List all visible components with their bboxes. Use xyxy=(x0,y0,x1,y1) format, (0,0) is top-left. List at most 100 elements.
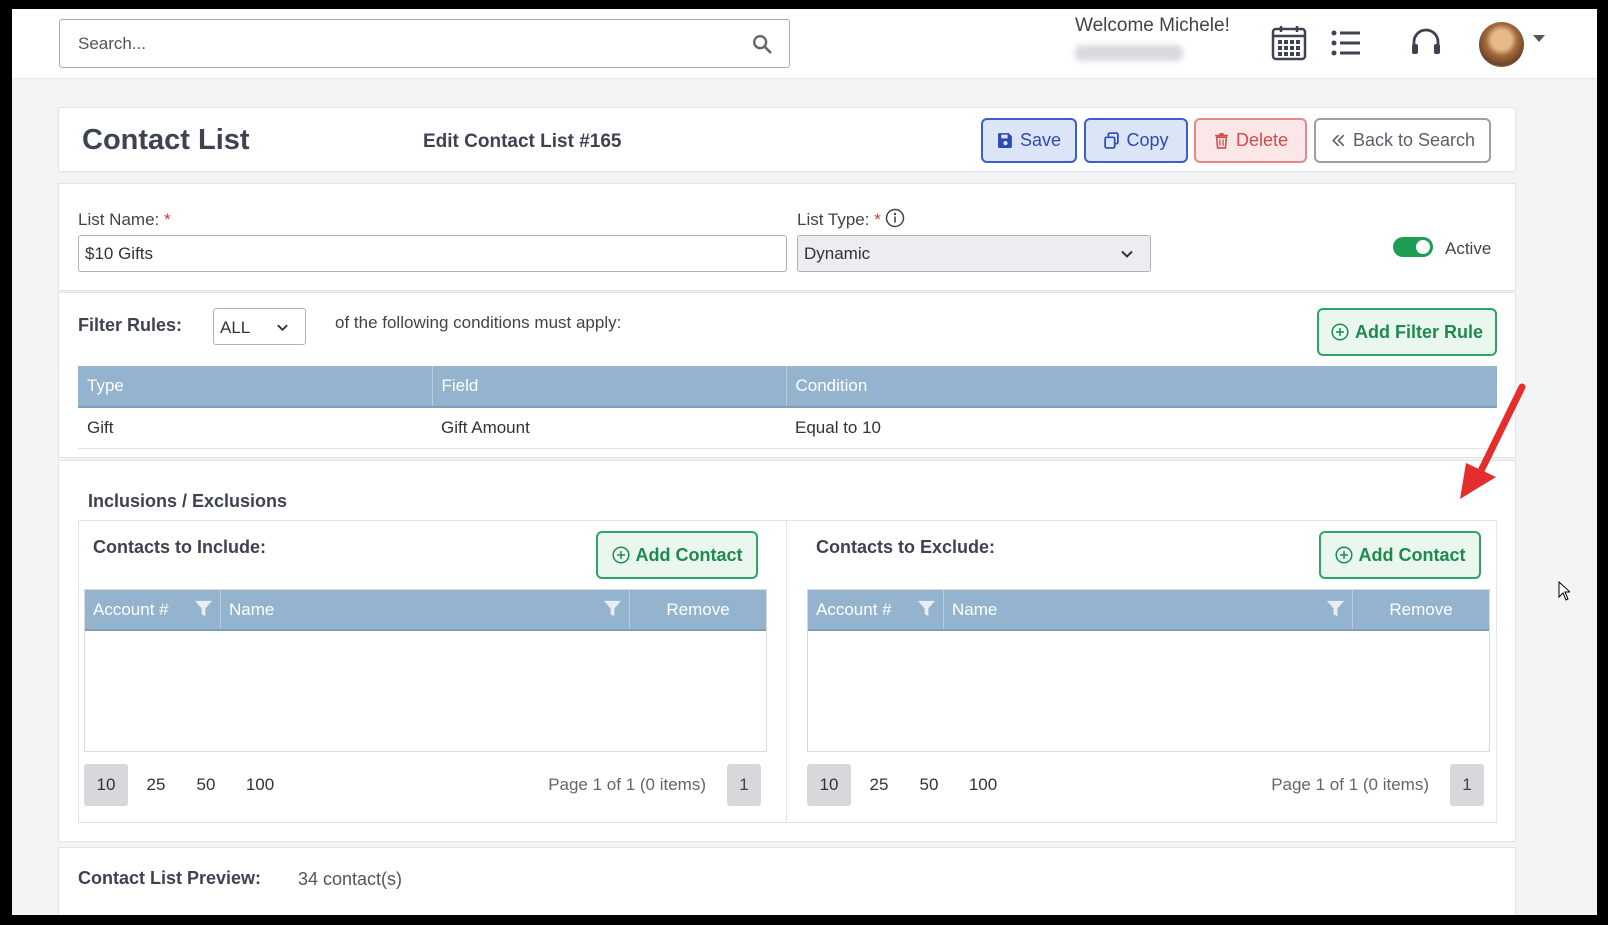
table-row[interactable]: Gift Gift Amount Equal to 10 xyxy=(78,407,1497,449)
add-contact-label: Add Contact xyxy=(1358,544,1466,565)
floppy-disk-icon xyxy=(998,133,1012,148)
list-type-value: Dynamic xyxy=(804,244,871,263)
include-pane: Contacts to Include: Add Contact Account… xyxy=(79,521,785,822)
headset-icon[interactable] xyxy=(1408,25,1444,61)
welcome-text: Welcome Michele! xyxy=(1075,15,1230,36)
column-header-condition[interactable]: Condition xyxy=(786,366,1497,408)
required-mark: * xyxy=(874,210,881,229)
column-header-account[interactable]: Account # xyxy=(808,590,944,629)
mouse-cursor-icon xyxy=(1558,581,1570,601)
exclude-pane: Contacts to Exclude: Add Contact Account… xyxy=(802,521,1508,822)
chevron-down-icon xyxy=(277,324,288,332)
conditions-text: of the following conditions must apply: xyxy=(335,313,622,332)
save-label: Save xyxy=(1019,130,1062,150)
save-button[interactable]: Save xyxy=(981,118,1077,163)
list-type-label: List Type: * xyxy=(797,210,881,229)
column-header-remove: Remove xyxy=(1389,600,1453,619)
page-size-10[interactable]: 10 xyxy=(84,764,128,806)
page-size-25[interactable]: 25 xyxy=(134,764,178,806)
page-size-50[interactable]: 50 xyxy=(184,764,228,806)
page-size-100[interactable]: 100 xyxy=(961,764,1005,806)
divider xyxy=(786,521,787,822)
search-box xyxy=(59,19,790,68)
filter-funnel-icon[interactable] xyxy=(194,599,213,618)
preview-label: Contact List Preview: xyxy=(78,868,262,888)
required-mark: * xyxy=(163,210,171,229)
add-filter-rule-button[interactable]: Add Filter Rule xyxy=(1317,308,1497,356)
column-header-name[interactable]: Name xyxy=(944,590,1353,629)
blurred-user-info xyxy=(1075,45,1183,61)
page-info: Page 1 of 1 (0 items) xyxy=(548,775,706,794)
back-label: Back to Search xyxy=(1352,130,1476,150)
info-icon[interactable] xyxy=(885,208,905,228)
list-name-input[interactable] xyxy=(78,235,787,272)
add-include-contact-button[interactable]: Add Contact xyxy=(596,531,758,579)
delete-button[interactable]: Delete xyxy=(1194,118,1307,163)
avatar[interactable] xyxy=(1479,22,1524,67)
list-icon[interactable] xyxy=(1328,25,1364,61)
column-header-type[interactable]: Type xyxy=(78,366,433,408)
filter-rules-label: Filter Rules: xyxy=(78,315,183,335)
plus-circle-icon xyxy=(1331,323,1349,341)
add-contact-label: Add Contact xyxy=(635,544,743,565)
delete-label: Delete xyxy=(1235,130,1289,150)
exclude-grid: Account # Name Remove xyxy=(807,589,1490,752)
add-exclude-contact-button[interactable]: Add Contact xyxy=(1319,531,1481,579)
copy-icon xyxy=(1104,132,1120,149)
grid-header: Account # Name Remove xyxy=(808,590,1489,631)
back-to-search-button[interactable]: Back to Search xyxy=(1314,118,1491,163)
list-details-form: List Name: * List Type: * Dynamic Active xyxy=(58,183,1516,291)
page-header: Contact List Edit Contact List #165 Save… xyxy=(58,107,1516,172)
page-size-50[interactable]: 50 xyxy=(907,764,951,806)
page-size-25[interactable]: 25 xyxy=(857,764,901,806)
page-info: Page 1 of 1 (0 items) xyxy=(1271,775,1429,794)
include-title: Contacts to Include: xyxy=(93,537,267,557)
top-bar: Welcome Michele! xyxy=(12,9,1597,79)
page-title: Contact List xyxy=(82,124,250,156)
active-toggle[interactable] xyxy=(1393,237,1433,257)
include-pager: 10 25 50 100 Page 1 of 1 (0 items) 1 xyxy=(84,764,761,806)
plus-circle-icon xyxy=(1334,546,1353,564)
page-subtitle: Edit Contact List #165 xyxy=(423,131,622,152)
page-number-button[interactable]: 1 xyxy=(727,764,761,806)
list-name-label: List Name: * xyxy=(78,210,171,229)
table-header-row: Type Field Condition xyxy=(78,366,1497,408)
app-window: Welcome Michele! Contact List Edit Conta… xyxy=(12,9,1597,915)
match-value: ALL xyxy=(220,318,251,337)
search-icon[interactable] xyxy=(751,33,773,55)
rule-type-cell: Gift xyxy=(78,407,432,449)
inclusions-exclusions-section: Inclusions / Exclusions Contacts to Incl… xyxy=(58,460,1516,842)
double-chevron-left-icon xyxy=(1332,134,1345,147)
inclusions-box: Contacts to Include: Add Contact Account… xyxy=(78,520,1497,823)
rule-field-cell: Gift Amount xyxy=(432,407,786,449)
search-input[interactable] xyxy=(60,20,720,67)
calendar-icon[interactable] xyxy=(1271,25,1307,61)
column-header-account[interactable]: Account # xyxy=(85,590,221,629)
filter-rules-table: Type Field Condition Gift Gift Amount Eq… xyxy=(78,366,1497,449)
column-header-field[interactable]: Field xyxy=(432,366,787,408)
add-filter-rule-label: Add Filter Rule xyxy=(1354,321,1483,342)
inclusions-title: Inclusions / Exclusions xyxy=(88,491,288,511)
column-header-remove: Remove xyxy=(666,600,730,619)
caret-down-icon[interactable] xyxy=(1533,35,1545,42)
trash-icon xyxy=(1215,133,1228,149)
page-size-100[interactable]: 100 xyxy=(238,764,282,806)
contact-list-preview: Contact List Preview: 34 contact(s) xyxy=(58,847,1516,915)
include-grid: Account # Name Remove xyxy=(84,589,767,752)
filter-funnel-icon[interactable] xyxy=(1326,599,1345,618)
copy-label: Copy xyxy=(1126,130,1169,150)
filter-funnel-icon[interactable] xyxy=(917,599,936,618)
page-number-button[interactable]: 1 xyxy=(1450,764,1484,806)
filter-rules-section: Filter Rules: ALL of the following condi… xyxy=(58,292,1516,458)
column-header-name[interactable]: Name xyxy=(221,590,630,629)
active-label: Active xyxy=(1445,239,1492,258)
list-type-select[interactable]: Dynamic xyxy=(797,235,1151,272)
chevron-down-icon xyxy=(1121,250,1133,258)
match-select[interactable]: ALL xyxy=(213,308,306,345)
preview-count: 34 contact(s) xyxy=(298,869,403,889)
annotation-arrow-icon xyxy=(1460,383,1526,499)
copy-button[interactable]: Copy xyxy=(1084,118,1188,163)
filter-funnel-icon[interactable] xyxy=(603,599,622,618)
rule-condition-cell: Equal to 10 xyxy=(786,407,1497,449)
page-size-10[interactable]: 10 xyxy=(807,764,851,806)
